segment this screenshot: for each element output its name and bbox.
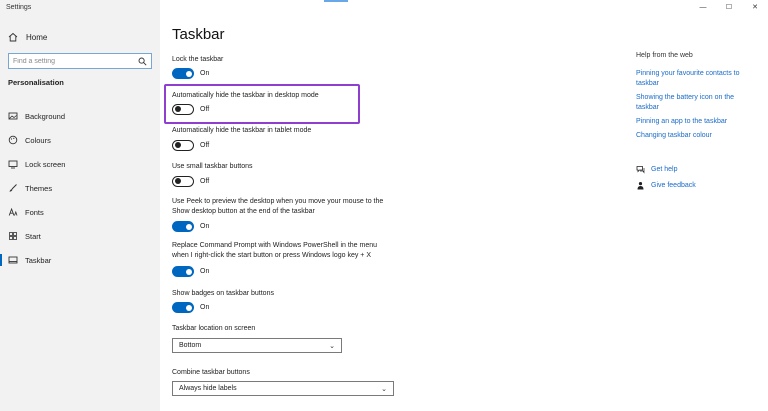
page-title: Taskbar bbox=[172, 26, 225, 43]
sidebar-item-label: Start bbox=[25, 231, 41, 241]
sidebar-item-label: Lock screen bbox=[25, 159, 66, 169]
window-title: Settings bbox=[6, 4, 32, 11]
powershell-label: Replace Command Prompt with Windows Powe… bbox=[172, 241, 377, 261]
title-bar-accent bbox=[324, 0, 348, 2]
maximize-button[interactable]: ☐ bbox=[716, 0, 742, 14]
font-icon bbox=[8, 207, 18, 217]
combine-dropdown[interactable]: Always hide labels ⌄ bbox=[172, 381, 394, 396]
lock-taskbar-toggle[interactable]: On bbox=[172, 68, 209, 79]
sidebar-item-label: Background bbox=[25, 111, 66, 121]
sidebar-item-label: Fonts bbox=[25, 207, 44, 217]
powershell-toggle[interactable]: On bbox=[172, 266, 209, 277]
toggle-state: On bbox=[200, 268, 210, 275]
sidebar-item-colours[interactable]: Colours bbox=[0, 128, 160, 152]
toggle-state: On bbox=[200, 304, 210, 311]
search-box[interactable] bbox=[8, 53, 152, 69]
sidebar-item-label: Taskbar bbox=[25, 255, 52, 265]
toggle-state: On bbox=[200, 70, 210, 77]
autohide-desktop-label: Automatically hide the taskbar in deskto… bbox=[172, 92, 319, 99]
combine-value: Always hide labels bbox=[179, 385, 237, 392]
toggle-switch[interactable] bbox=[172, 104, 194, 115]
chevron-down-icon: ⌄ bbox=[329, 342, 335, 350]
window-controls: — ☐ ✕ bbox=[690, 0, 768, 14]
home-nav-item[interactable]: Home bbox=[8, 30, 47, 44]
help-link-line1: Showing the battery icon on the bbox=[636, 94, 735, 101]
small-buttons-label: Use small taskbar buttons bbox=[172, 163, 253, 170]
close-button[interactable]: ✕ bbox=[742, 0, 768, 14]
peek-label-line2: Show desktop button at the end of the ta… bbox=[172, 208, 315, 215]
badges-toggle[interactable]: On bbox=[172, 302, 209, 313]
help-link-line2: taskbar bbox=[636, 80, 659, 87]
get-help-link[interactable]: Get help bbox=[636, 165, 677, 174]
help-link-colour[interactable]: Changing taskbar colour bbox=[636, 131, 762, 141]
minimize-button[interactable]: — bbox=[690, 0, 716, 14]
start-icon bbox=[8, 231, 18, 241]
section-title: Personalisation bbox=[8, 78, 64, 87]
powershell-label-line1: Replace Command Prompt with Windows Powe… bbox=[172, 242, 378, 249]
sidebar-item-taskbar[interactable]: Taskbar bbox=[0, 248, 160, 272]
sidebar-nav: Background Colours Lock screen Themes Fo… bbox=[0, 104, 160, 272]
search-input[interactable] bbox=[13, 57, 133, 65]
palette-icon bbox=[8, 135, 18, 145]
sidebar-item-lock-screen[interactable]: Lock screen bbox=[0, 152, 160, 176]
sidebar-item-label: Colours bbox=[25, 135, 51, 145]
location-value: Bottom bbox=[179, 342, 202, 349]
small-buttons-toggle[interactable]: Off bbox=[172, 176, 209, 187]
combine-label: Combine taskbar buttons bbox=[172, 369, 250, 376]
badges-label: Show badges on taskbar buttons bbox=[172, 290, 274, 297]
location-label: Taskbar location on screen bbox=[172, 325, 256, 332]
toggle-switch[interactable] bbox=[172, 68, 194, 79]
sidebar: Settings Home Personalisation Background… bbox=[0, 0, 160, 411]
autohide-desktop-toggle[interactable]: Off bbox=[172, 104, 209, 115]
toggle-state: Off bbox=[200, 178, 210, 185]
help-link-line2: taskbar bbox=[636, 104, 659, 111]
sidebar-item-start[interactable]: Start bbox=[0, 224, 160, 248]
toggle-switch[interactable] bbox=[172, 140, 194, 151]
taskbar-icon bbox=[8, 255, 18, 265]
autohide-tablet-label: Automatically hide the taskbar in tablet… bbox=[172, 127, 312, 134]
search-icon[interactable] bbox=[138, 57, 147, 66]
toggle-state: Off bbox=[200, 142, 210, 149]
toggle-switch[interactable] bbox=[172, 221, 194, 232]
toggle-switch[interactable] bbox=[172, 266, 194, 277]
lock-screen-icon bbox=[8, 159, 18, 169]
brush-icon bbox=[8, 183, 18, 193]
toggle-switch[interactable] bbox=[172, 176, 194, 187]
image-icon bbox=[8, 111, 18, 121]
peek-toggle[interactable]: On bbox=[172, 221, 209, 232]
peek-label-line1: Use Peek to preview the desktop when you… bbox=[172, 198, 384, 205]
chevron-down-icon: ⌄ bbox=[381, 385, 387, 393]
give-feedback-link[interactable]: Give feedback bbox=[636, 181, 696, 190]
toggle-state: On bbox=[200, 223, 210, 230]
toggle-state: Off bbox=[200, 106, 210, 113]
help-title: Help from the web bbox=[636, 52, 693, 59]
help-link-battery[interactable]: Showing the battery icon on the taskbar bbox=[636, 93, 762, 113]
toggle-switch[interactable] bbox=[172, 302, 194, 313]
powershell-label-line2: when I right-click the start button or p… bbox=[172, 252, 372, 259]
sidebar-item-label: Themes bbox=[25, 183, 53, 193]
sidebar-item-themes[interactable]: Themes bbox=[0, 176, 160, 200]
help-link-line1: Pinning your favourite contacts to bbox=[636, 70, 740, 77]
feedback-icon bbox=[636, 181, 645, 190]
give-feedback-label: Give feedback bbox=[651, 182, 696, 189]
lock-taskbar-label: Lock the taskbar bbox=[172, 56, 224, 63]
autohide-tablet-toggle[interactable]: Off bbox=[172, 140, 209, 151]
help-link-pin-app[interactable]: Pinning an app to the taskbar bbox=[636, 117, 762, 127]
home-label: Home bbox=[26, 32, 48, 42]
sidebar-item-background[interactable]: Background bbox=[0, 104, 160, 128]
chat-help-icon bbox=[636, 165, 645, 174]
location-dropdown[interactable]: Bottom ⌄ bbox=[172, 338, 342, 353]
sidebar-item-fonts[interactable]: Fonts bbox=[0, 200, 160, 224]
help-link-contacts[interactable]: Pinning your favourite contacts to taskb… bbox=[636, 69, 762, 89]
home-icon bbox=[8, 32, 18, 42]
peek-label: Use Peek to preview the desktop when you… bbox=[172, 197, 383, 217]
get-help-label: Get help bbox=[651, 166, 678, 173]
